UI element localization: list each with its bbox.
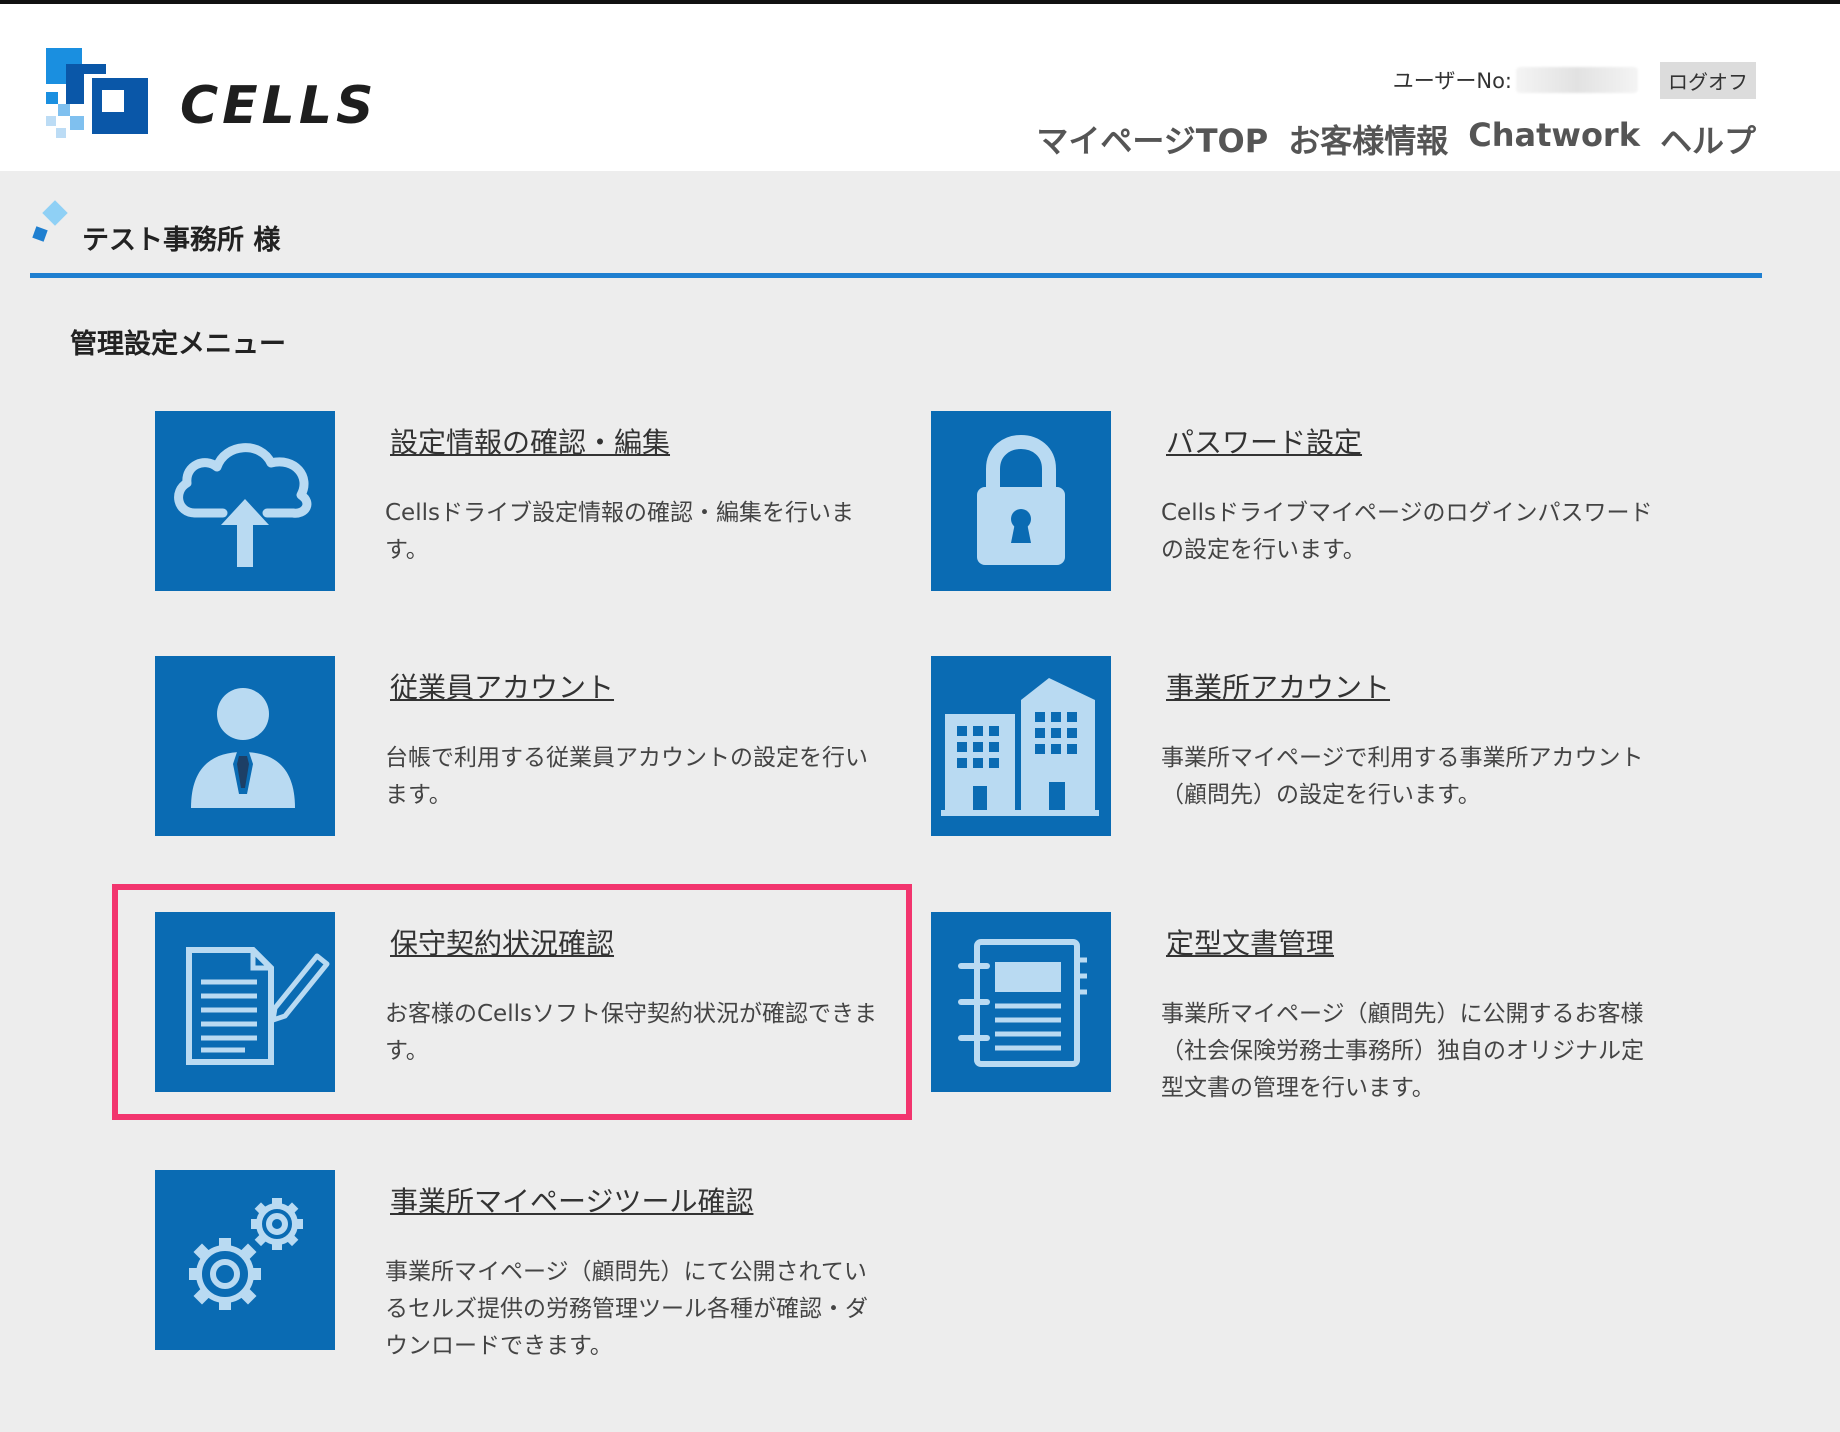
nav-customer-info[interactable]: お客様情報	[1288, 116, 1448, 162]
menu-card-maintenance: 保守契約状況確認 お客様のCellsソフト保守契約状況が確認できます。	[155, 912, 885, 1092]
tools-title-link[interactable]: 事業所マイページツール確認	[390, 1180, 753, 1220]
cloud-upload-icon	[174, 443, 312, 567]
template-title-link[interactable]: 定型文書管理	[1166, 922, 1334, 962]
employee-title-link[interactable]: 従業員アカウント	[390, 666, 614, 706]
maintenance-title-link[interactable]: 保守契約状況確認	[390, 922, 614, 962]
user-number-label: ユーザーNo:	[1392, 69, 1512, 93]
document-pen-icon	[186, 947, 330, 1065]
menu-card-tools: 事業所マイページツール確認 事業所マイページ（顧問先）にて公開されているセルズ提…	[155, 1170, 885, 1359]
menu-card-template: 定型文書管理 事業所マイページ（顧問先）に公開するお客様（社会保険労務士事務所）…	[931, 912, 1661, 1101]
nav-help[interactable]: ヘルプ	[1660, 116, 1756, 162]
employee-tile[interactable]	[155, 656, 335, 836]
tools-tile[interactable]	[155, 1170, 335, 1350]
template-description: 事業所マイページ（顧問先）に公開するお客様（社会保険労務士事務所）独自のオリジナ…	[1161, 1001, 1644, 1101]
maintenance-description: お客様のCellsソフト保守契約状況が確認できます。	[385, 1001, 877, 1064]
password-tile[interactable]	[931, 411, 1111, 591]
header: CELLS ユーザーNo: ログオフ マイページTOP お客様情報 Chatwo…	[0, 4, 1840, 171]
office-title-link[interactable]: 事業所アカウント	[1166, 666, 1390, 706]
cells-logo-icon	[46, 48, 148, 138]
notebook-icon	[958, 939, 1087, 1067]
menu-card-password: パスワード設定 Cellsドライブマイページのログインパスワードの設定を行います…	[931, 411, 1661, 591]
menu-card-employee: 従業員アカウント 台帳で利用する従業員アカウントの設定を行います。	[155, 656, 885, 836]
cells-logo[interactable]: CELLS	[44, 46, 373, 142]
gears-icon	[189, 1198, 303, 1310]
user-number-value-redacted	[1516, 67, 1638, 93]
section-title: 管理設定メニュー	[70, 329, 286, 360]
tools-description: 事業所マイページ（顧問先）にて公開されているセルズ提供の労務管理ツール各種が確認…	[385, 1259, 868, 1359]
nav-mypage-top[interactable]: マイページTOP	[1036, 116, 1268, 162]
settings-title-link[interactable]: 設定情報の確認・編集	[390, 421, 670, 461]
menu-card-office: 事業所アカウント 事業所マイページで利用する事業所アカウント（顧問先）の設定を行…	[931, 656, 1661, 836]
settings-tile[interactable]	[155, 411, 335, 591]
settings-description: Cellsドライブ設定情報の確認・編集を行います。	[385, 500, 854, 563]
building-icon	[941, 678, 1099, 816]
office-name: テスト事務所 様	[82, 225, 281, 256]
password-title-link[interactable]: パスワード設定	[1166, 421, 1362, 461]
menu-card-settings: 設定情報の確認・編集 Cellsドライブ設定情報の確認・編集を行います。	[155, 411, 885, 591]
office-banner: テスト事務所 様	[30, 196, 1762, 278]
password-description: Cellsドライブマイページのログインパスワードの設定を行います。	[1161, 500, 1653, 563]
logo-text: CELLS	[180, 76, 378, 136]
employee-icon	[191, 688, 295, 808]
employee-description: 台帳で利用する従業員アカウントの設定を行います。	[385, 745, 868, 808]
maintenance-tile[interactable]	[155, 912, 335, 1092]
user-info: ユーザーNo: ログオフ	[1392, 61, 1756, 99]
logoff-button[interactable]: ログオフ	[1660, 61, 1756, 99]
office-description: 事業所マイページで利用する事業所アカウント（顧問先）の設定を行います。	[1161, 745, 1644, 808]
template-tile[interactable]	[931, 912, 1111, 1092]
office-tile[interactable]	[931, 656, 1111, 836]
main-nav: マイページTOP お客様情報 Chatwork ヘルプ	[1036, 116, 1756, 162]
diamond-mark-icon	[32, 200, 68, 242]
lock-icon	[977, 435, 1065, 565]
nav-chatwork[interactable]: Chatwork	[1468, 116, 1640, 162]
